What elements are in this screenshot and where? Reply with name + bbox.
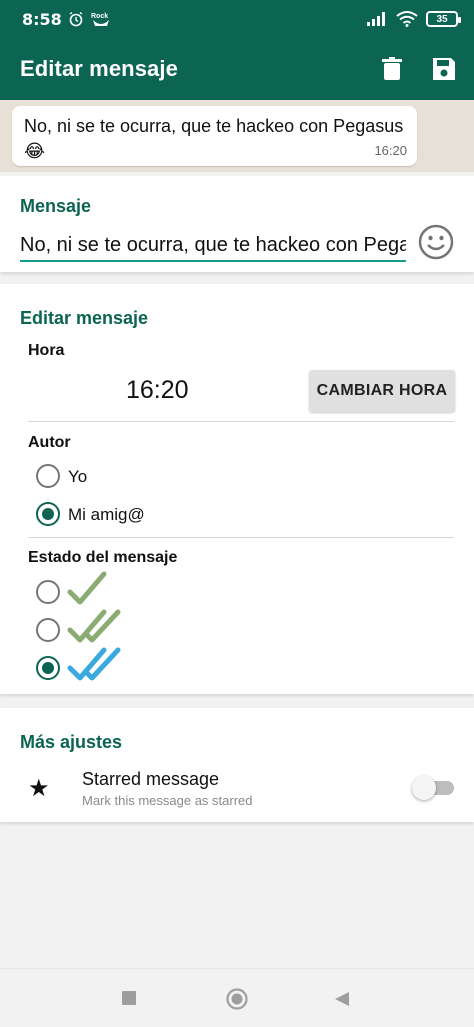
- change-time-button[interactable]: CAMBIAR HORA: [309, 370, 455, 412]
- status-time: 8:58: [22, 9, 62, 29]
- edit-section-title: Editar mensaje: [20, 308, 149, 328]
- battery-level: 35: [436, 13, 448, 25]
- page-title: Editar mensaje: [20, 56, 178, 81]
- starred-title: Starred message: [82, 769, 220, 789]
- status-bar: 8:58 Rock 35: [0, 0, 474, 38]
- single-check-icon: [67, 571, 107, 605]
- double-check-blue-icon: [67, 647, 121, 681]
- divider: [28, 537, 454, 538]
- message-bubble: No, ni se te ocurra, que te hackeo con P…: [12, 106, 417, 166]
- smiley-icon[interactable]: [418, 224, 454, 260]
- chat-preview-area: No, ni se te ocurra, que te hackeo con P…: [0, 100, 474, 172]
- bubble-time: 16:20: [374, 143, 407, 158]
- app-bar: Editar mensaje: [0, 38, 474, 100]
- estado-radio-read[interactable]: [36, 656, 60, 680]
- edit-card: Editar mensaje Hora 16:20 CAMBIAR HORA A…: [0, 284, 474, 694]
- svg-text:Rock: Rock: [91, 13, 108, 20]
- message-card: Mensaje No, ni se te ocurra, que te hack…: [0, 176, 474, 272]
- starred-toggle[interactable]: [412, 776, 454, 800]
- message-input[interactable]: No, ni se te ocurra, que te hackeo con P…: [20, 224, 406, 262]
- starred-subtitle: Mark this message as starred: [82, 793, 253, 808]
- bubble-text: No, ni se te ocurra, que te hackeo con P…: [24, 116, 404, 161]
- double-check-icon: [67, 609, 121, 643]
- autor-radio-amigo[interactable]: [36, 502, 60, 526]
- estado-radio-delivered[interactable]: [36, 618, 60, 642]
- autor-label: Autor: [28, 434, 71, 451]
- navigation-bar: [0, 968, 474, 1027]
- rock-icon: Rock: [91, 13, 109, 26]
- home-circle-icon[interactable]: [226, 988, 248, 1010]
- message-section-title: Mensaje: [20, 196, 92, 216]
- autor-radio-yo[interactable]: [36, 464, 60, 488]
- signal-icon: [367, 12, 385, 26]
- more-settings-card: Más ajustes ★ Starred message Mark this …: [0, 708, 474, 822]
- alarm-icon: [69, 11, 83, 27]
- battery-icon: 35: [426, 11, 461, 27]
- hora-label: Hora: [28, 342, 65, 359]
- back-triangle-icon[interactable]: [334, 991, 350, 1007]
- star-icon: ★: [28, 775, 50, 802]
- hora-value: 16:20: [126, 376, 189, 404]
- autor-label-amigo: Mi amig@: [68, 505, 145, 524]
- estado-label: Estado del mensaje: [28, 549, 178, 566]
- floppy-save-icon[interactable]: [432, 57, 456, 81]
- toggle-thumb: [412, 776, 436, 800]
- divider: [28, 421, 454, 422]
- more-section-title: Más ajustes: [20, 732, 123, 752]
- estado-radio-sent[interactable]: [36, 580, 60, 604]
- wifi-icon: [396, 11, 418, 27]
- autor-label-yo: Yo: [68, 467, 88, 486]
- recents-square-icon[interactable]: [122, 991, 136, 1005]
- trash-icon[interactable]: [382, 57, 402, 81]
